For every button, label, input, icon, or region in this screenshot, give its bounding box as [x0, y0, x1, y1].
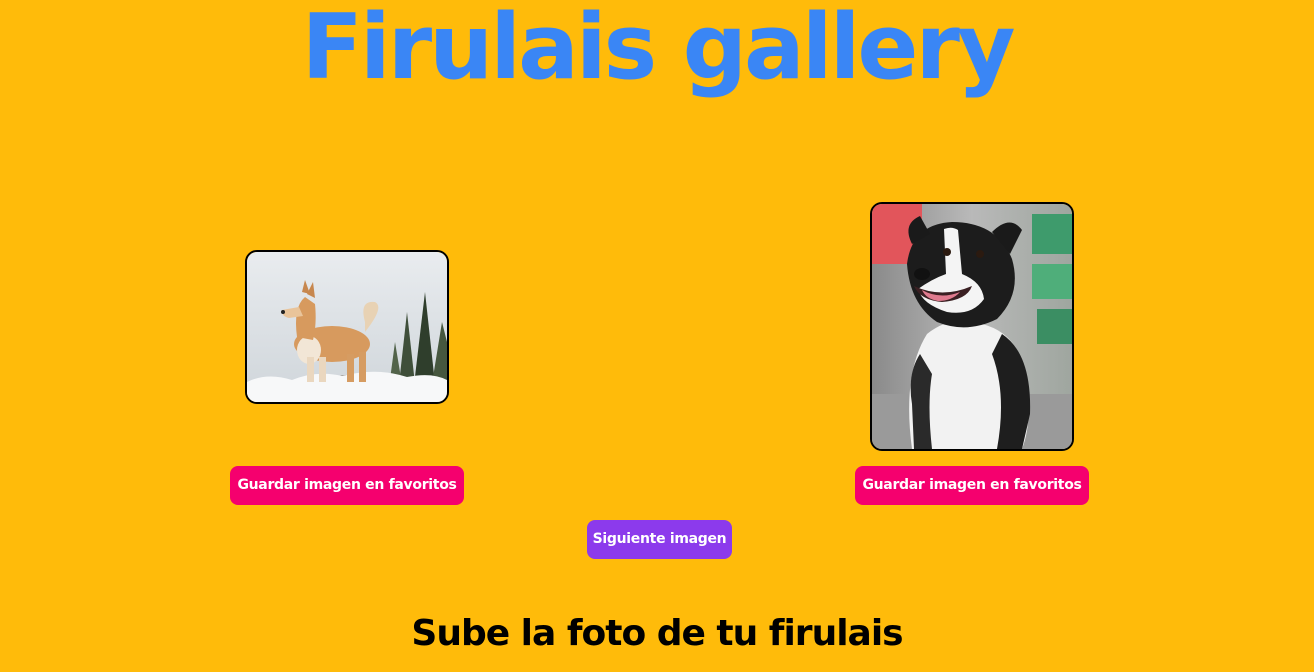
upload-heading: Sube la foto de tu firulais [411, 613, 903, 654]
save-favorite-button-right[interactable]: Guardar imagen en favoritos [855, 466, 1089, 505]
save-favorite-button-left[interactable]: Guardar imagen en favoritos [230, 466, 464, 505]
border-collie-dog-photo [872, 204, 1072, 449]
dog-image-left [245, 250, 449, 404]
page-title: Firulais gallery [301, 0, 1015, 100]
page: Firulais gallery Guardar imagen en favor… [0, 0, 1314, 672]
next-image-button[interactable]: Siguiente imagen [587, 520, 732, 559]
dog-image-right [870, 202, 1074, 451]
akita-dog-photo [247, 252, 447, 402]
